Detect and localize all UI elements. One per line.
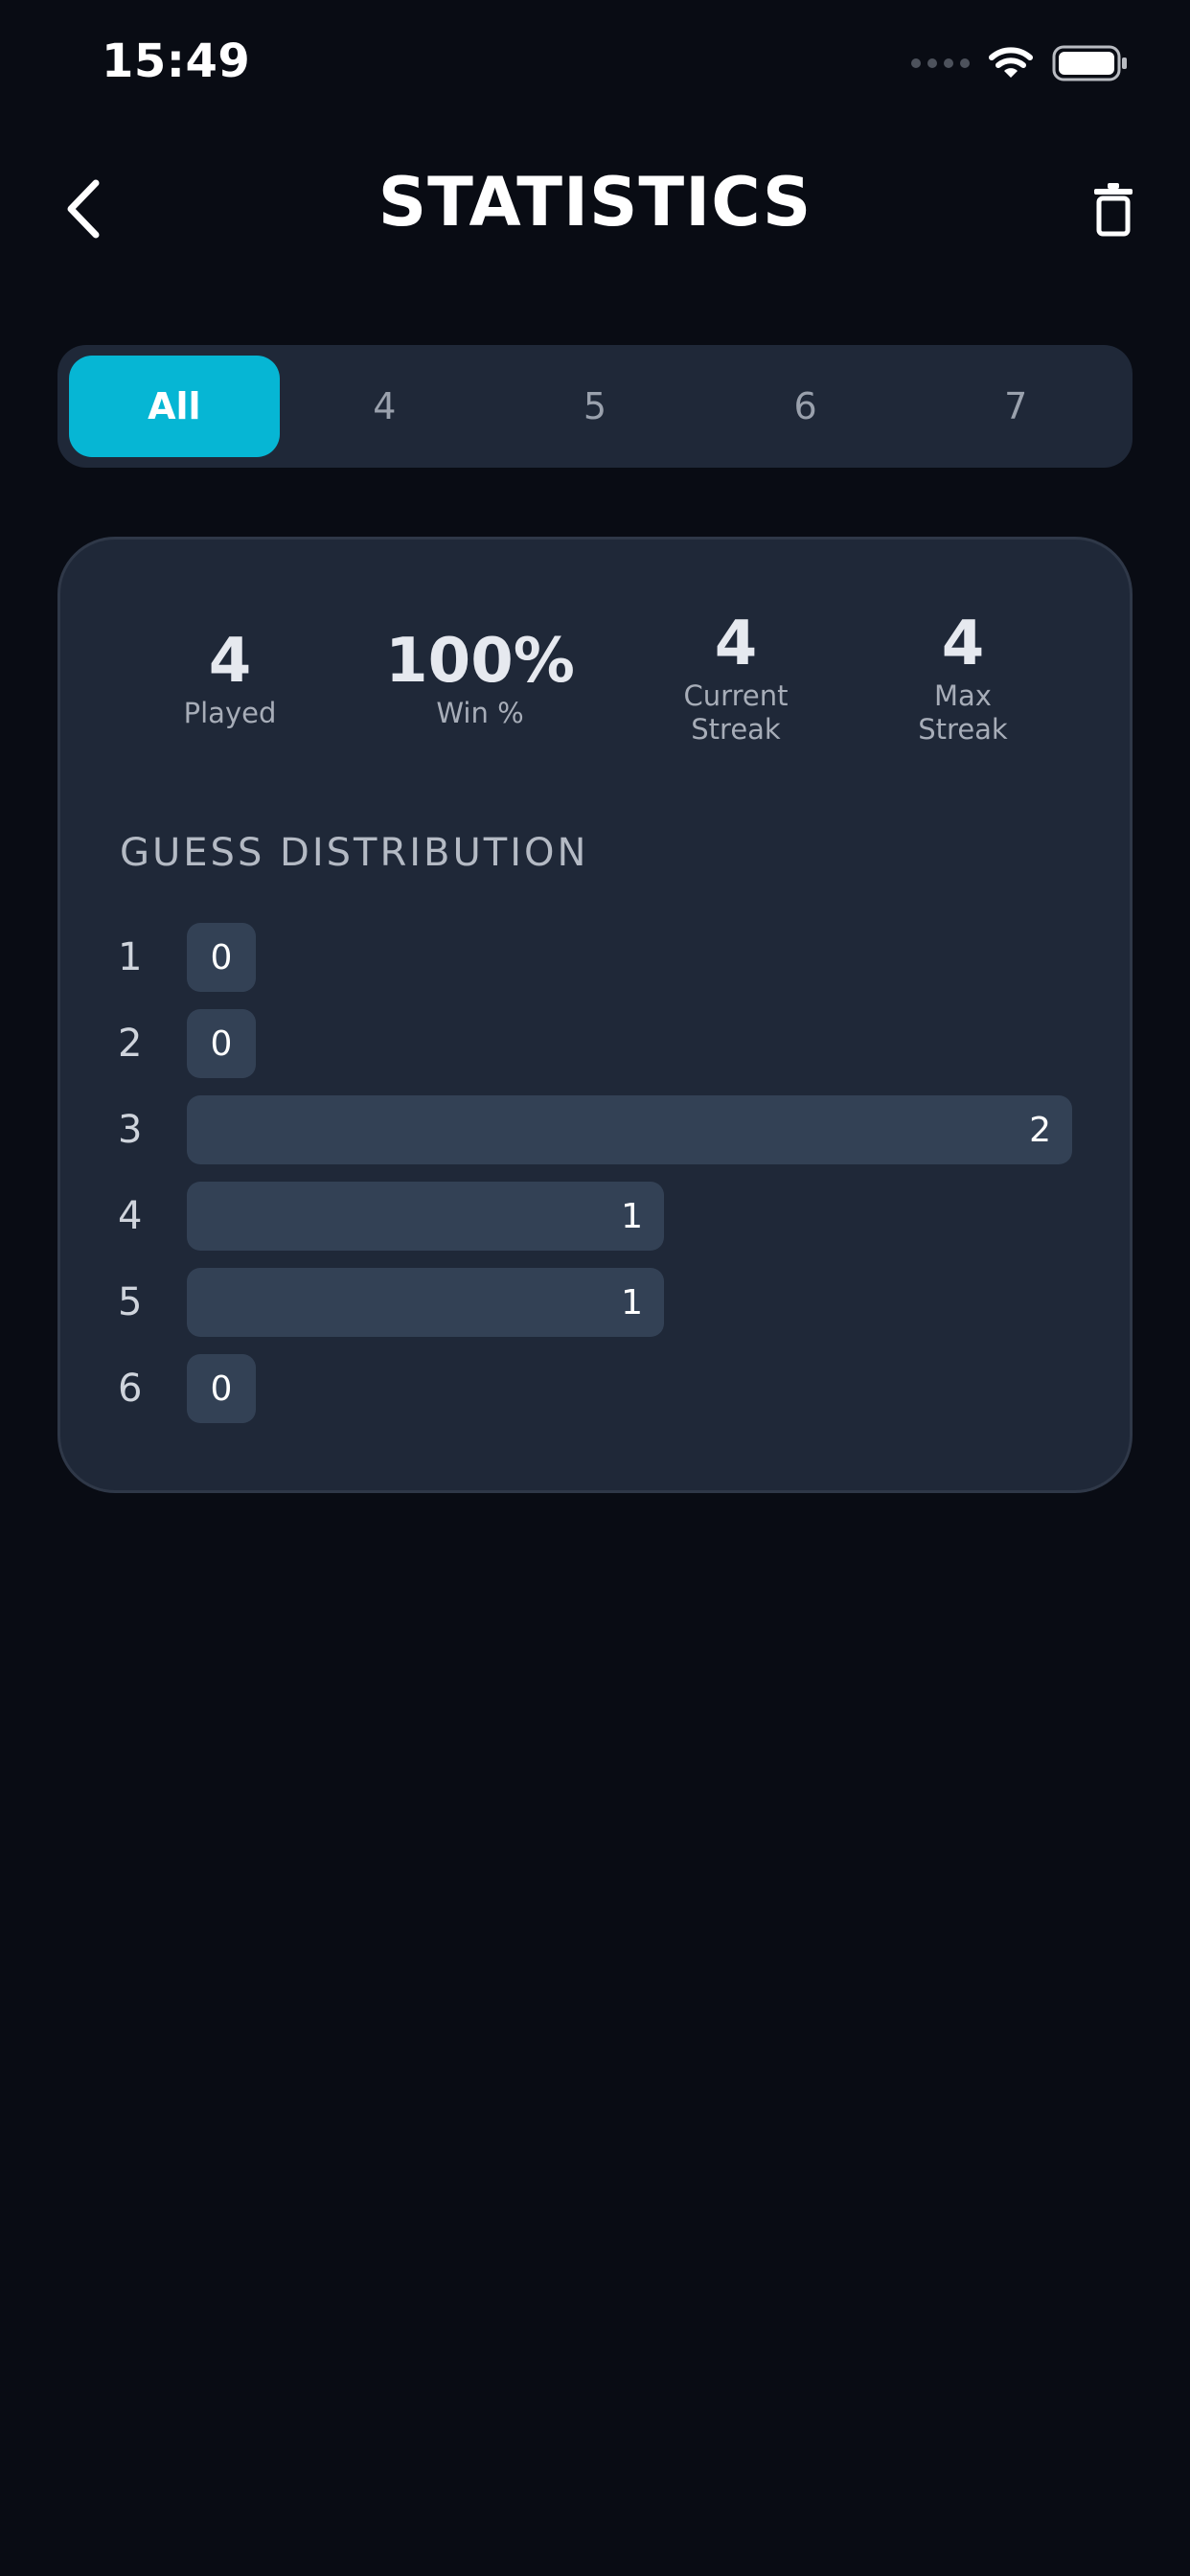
guess-number: 2 <box>118 1022 143 1066</box>
max-streak-value: 4 <box>941 609 985 679</box>
stats-card: 4 Played 100% Win % 4 Current Streak 4 M… <box>57 537 1133 1493</box>
tab-5[interactable]: 5 <box>490 356 700 457</box>
guess-row-5: 51 <box>60 1268 1130 1337</box>
guess-distribution-title: GUESS DISTRIBUTION <box>120 831 589 875</box>
battery-icon <box>1052 45 1127 81</box>
tab-6[interactable]: 6 <box>700 356 911 457</box>
tab-4[interactable]: 4 <box>280 356 491 457</box>
guess-number: 4 <box>118 1194 143 1238</box>
guess-number: 3 <box>118 1108 143 1152</box>
guess-row-6: 60 <box>60 1354 1130 1423</box>
wifi-icon <box>989 47 1033 78</box>
guess-row-3: 32 <box>60 1095 1130 1164</box>
guess-bar: 1 <box>187 1182 664 1251</box>
guess-bar: 0 <box>187 1354 256 1423</box>
guess-row-2: 20 <box>60 1009 1130 1078</box>
guess-number: 6 <box>118 1367 143 1411</box>
stat-played: 4 Played <box>115 628 345 730</box>
played-label: Played <box>183 697 277 730</box>
trash-icon <box>1094 183 1133 237</box>
guess-bar: 1 <box>187 1268 664 1337</box>
stat-current-streak: 4 Current Streak <box>621 610 851 747</box>
statistics-screen: 15:49 STATISTICS All 4 5 6 7 4 Played 10… <box>0 0 1190 2576</box>
win-percent-value: 100% <box>385 626 575 697</box>
stat-max-streak: 4 Max Streak <box>848 610 1078 747</box>
word-length-tabs: All 4 5 6 7 <box>57 345 1133 468</box>
signal-dots-icon <box>911 58 970 68</box>
guess-bar: 0 <box>187 1009 256 1078</box>
played-value: 4 <box>208 626 252 697</box>
max-streak-label: Max Streak <box>918 679 1008 747</box>
tab-all[interactable]: All <box>69 356 280 457</box>
current-streak-value: 4 <box>714 609 758 679</box>
guess-row-1: 10 <box>60 923 1130 992</box>
delete-stats-button[interactable] <box>1079 172 1148 245</box>
status-time: 15:49 <box>102 34 251 88</box>
guess-number: 1 <box>118 935 143 979</box>
page-title: STATISTICS <box>378 163 812 242</box>
current-streak-label: Current Streak <box>683 679 789 747</box>
win-percent-label: Win % <box>436 697 524 730</box>
tab-7[interactable]: 7 <box>910 356 1121 457</box>
stat-win-percent: 100% Win % <box>365 628 595 730</box>
guess-bar: 2 <box>187 1095 1072 1164</box>
guess-row-4: 41 <box>60 1182 1130 1251</box>
status-icons <box>911 44 1129 82</box>
guess-bar: 0 <box>187 923 256 992</box>
guess-number: 5 <box>118 1280 143 1324</box>
